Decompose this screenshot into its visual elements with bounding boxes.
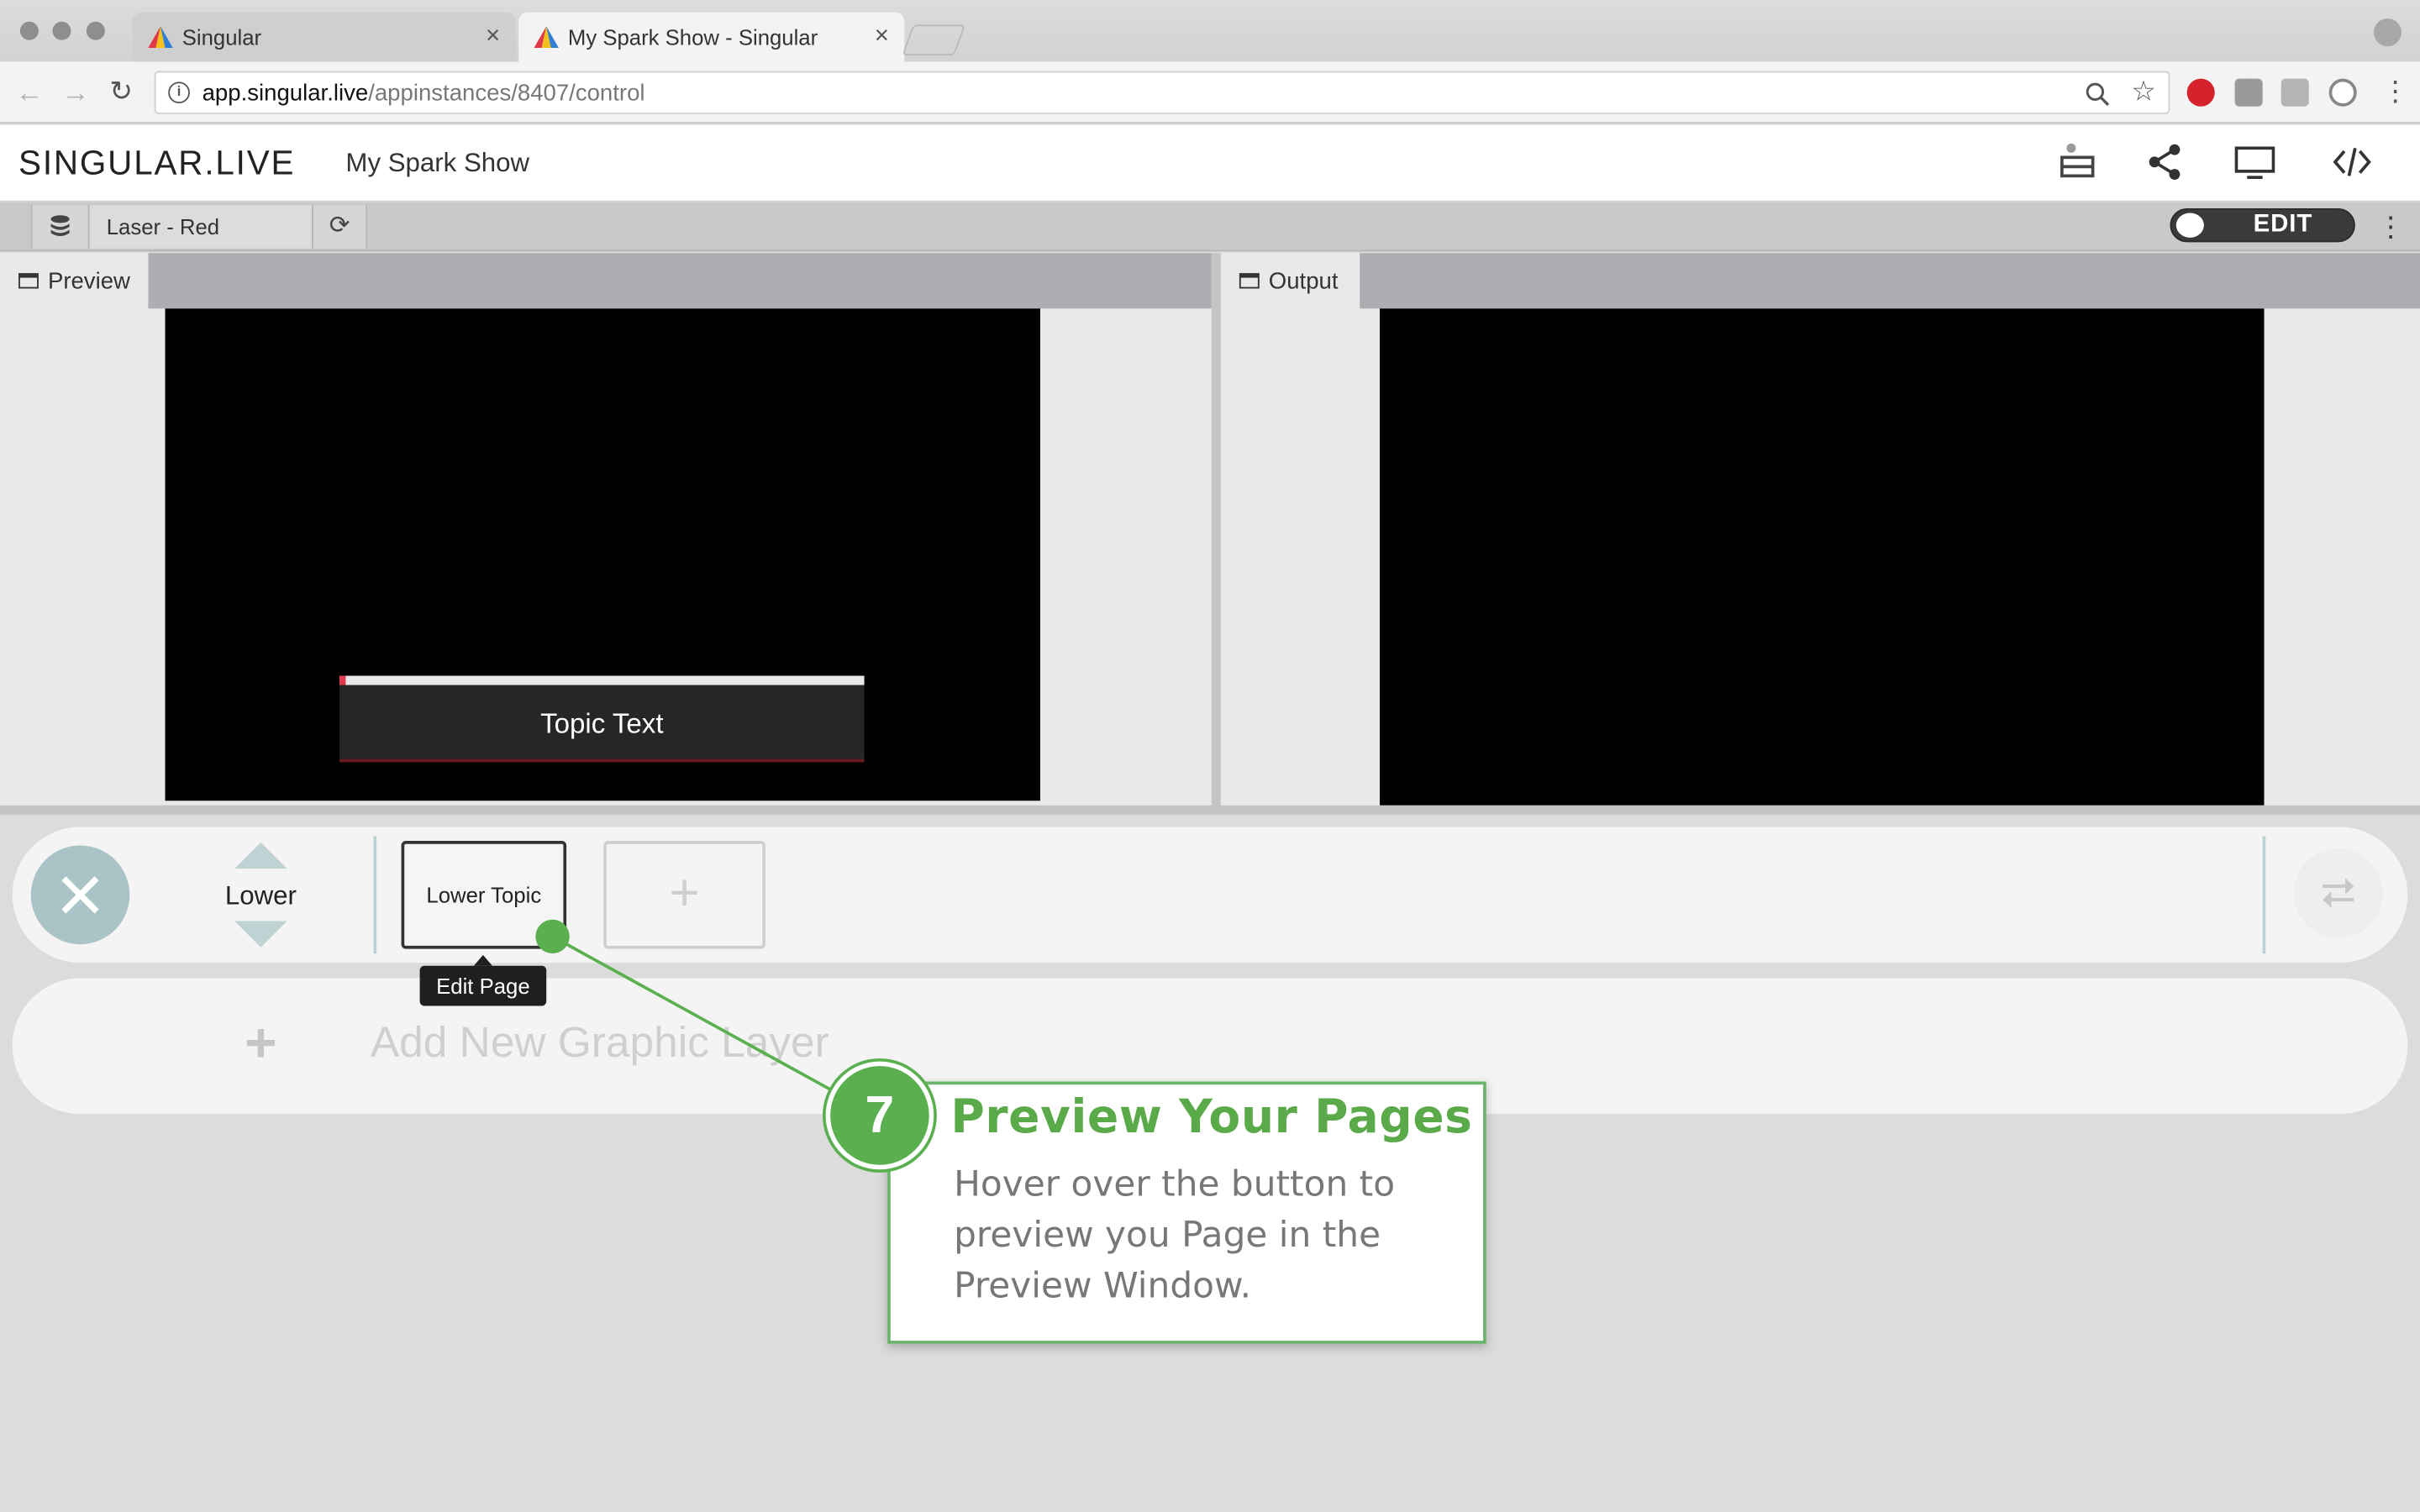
callout-title: Preview Your Pages [950, 1090, 1473, 1145]
edit-page-tooltip: Edit Page [419, 965, 547, 1006]
callout-text: Hover over the button to preview you Pag… [954, 1164, 1396, 1307]
step-number-badge: 7 [825, 1061, 934, 1170]
callout-anchor-dot [535, 919, 570, 954]
tooltip-arrow [473, 954, 492, 966]
